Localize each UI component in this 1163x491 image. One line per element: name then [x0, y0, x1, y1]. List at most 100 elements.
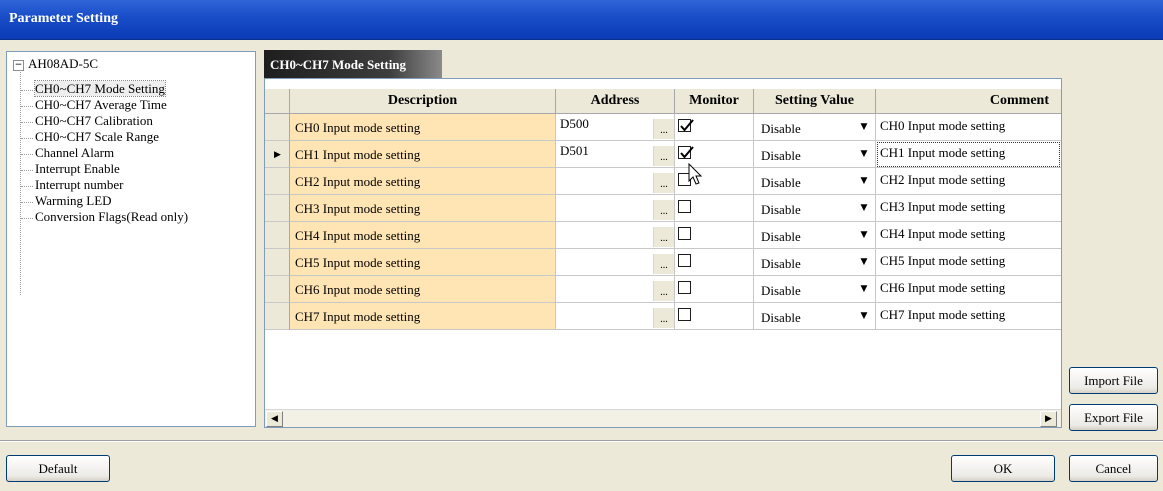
comment-cell[interactable]: CH7 Input mode setting: [876, 303, 1061, 330]
table-row[interactable]: ▶ CH1 Input mode setting D501... Disable ▼ CH…: [265, 141, 1061, 168]
setting-value-select[interactable]: Disable ▼: [754, 141, 876, 168]
tree-item-interrupt-enable[interactable]: Interrupt Enable: [21, 162, 120, 175]
chevron-down-icon[interactable]: ▼: [852, 249, 875, 275]
address-browse-button[interactable]: ...: [653, 119, 674, 139]
column-header-address[interactable]: Address: [556, 89, 675, 114]
row-header[interactable]: ▶: [265, 141, 290, 168]
monitor-checkbox[interactable]: [678, 308, 691, 321]
tree-item-conversion-flags[interactable]: Conversion Flags(Read only): [21, 210, 188, 223]
setting-value-select[interactable]: Disable ▼: [754, 222, 876, 249]
tree-item-warming-led[interactable]: Warming LED: [21, 194, 112, 207]
tree-item-label: CH0~CH7 Mode Setting: [34, 80, 166, 97]
table-row[interactable]: CH4 Input mode setting... Disable ▼ CH4 Inp…: [265, 222, 1061, 249]
panel-title: CH0~CH7 Mode Setting: [264, 50, 442, 78]
tree-root-label: AH08AD-5C: [28, 56, 99, 71]
chevron-down-icon[interactable]: ▼: [852, 141, 875, 167]
row-header[interactable]: [265, 195, 290, 222]
column-header-description[interactable]: Description: [290, 89, 556, 114]
chevron-down-icon[interactable]: ▼: [852, 222, 875, 248]
tree-item-channel-alarm[interactable]: Channel Alarm: [21, 146, 114, 159]
monitor-checkbox[interactable]: [678, 281, 691, 294]
setting-value-select[interactable]: Disable ▼: [754, 168, 876, 195]
address-cell[interactable]: ...: [556, 168, 675, 195]
comment-cell[interactable]: CH1 Input mode setting: [876, 141, 1061, 168]
comment-cell[interactable]: CH0 Input mode setting: [876, 114, 1061, 141]
scroll-left-icon[interactable]: ◀: [266, 411, 283, 427]
export-file-button[interactable]: Export File: [1069, 404, 1158, 431]
setting-value-select[interactable]: Disable ▼: [754, 249, 876, 276]
chevron-down-icon[interactable]: ▼: [852, 303, 875, 329]
address-cell[interactable]: ...: [556, 195, 675, 222]
table-row[interactable]: CH3 Input mode setting... Disable ▼ CH3 Inp…: [265, 195, 1061, 222]
chevron-down-icon[interactable]: ▼: [852, 195, 875, 221]
setting-value-text: Disable: [761, 310, 801, 325]
tree-item-mode-setting[interactable]: CH0~CH7 Mode Setting: [21, 80, 166, 97]
monitor-checkbox[interactable]: [678, 200, 691, 213]
window-title: Parameter Setting: [0, 0, 1163, 40]
divider: [0, 440, 1163, 442]
table-row[interactable]: CH6 Input mode setting... Disable ▼ CH6 Inp…: [265, 276, 1061, 303]
address-browse-button[interactable]: ...: [653, 308, 674, 328]
table-row[interactable]: CH0 Input mode setting D500... Disable ▼ CH0…: [265, 114, 1061, 141]
setting-value-select[interactable]: Disable ▼: [754, 303, 876, 330]
grid-corner: [265, 89, 290, 114]
chevron-down-icon[interactable]: ▼: [852, 168, 875, 194]
row-header[interactable]: [265, 303, 290, 330]
address-browse-button[interactable]: ...: [653, 173, 674, 193]
tree-item-calibration[interactable]: CH0~CH7 Calibration: [21, 114, 153, 127]
tree-root[interactable]: − AH08AD-5C: [13, 56, 98, 72]
address-cell[interactable]: ...: [556, 303, 675, 330]
column-header-monitor[interactable]: Monitor: [675, 89, 754, 114]
row-header[interactable]: [265, 168, 290, 195]
row-header[interactable]: [265, 114, 290, 141]
setting-value-text: Disable: [761, 121, 801, 136]
address-browse-button[interactable]: ...: [653, 227, 674, 247]
tree-item-interrupt-number[interactable]: Interrupt number: [21, 178, 123, 191]
table-row[interactable]: CH7 Input mode setting... Disable ▼ CH7 Inp…: [265, 303, 1061, 330]
monitor-checkbox[interactable]: [678, 254, 691, 267]
scroll-right-icon[interactable]: ▶: [1040, 411, 1057, 427]
comment-cell[interactable]: CH5 Input mode setting: [876, 249, 1061, 276]
horizontal-scrollbar[interactable]: ◀ ▶: [265, 409, 1061, 427]
address-value: D501: [560, 143, 589, 158]
tree-item-scale-range[interactable]: CH0~CH7 Scale Range: [21, 130, 159, 143]
setting-value-select[interactable]: Disable ▼: [754, 195, 876, 222]
comment-cell[interactable]: CH2 Input mode setting: [876, 168, 1061, 195]
comment-cell[interactable]: CH6 Input mode setting: [876, 276, 1061, 303]
address-cell[interactable]: D501...: [556, 141, 675, 168]
column-header-setting-value[interactable]: Setting Value: [754, 89, 876, 114]
parameter-grid[interactable]: Description Address Monitor Setting Valu…: [264, 78, 1062, 428]
monitor-checkbox[interactable]: [678, 227, 691, 240]
address-browse-button[interactable]: ...: [653, 254, 674, 274]
column-header-comment[interactable]: Comment: [876, 89, 1061, 114]
default-button[interactable]: Default: [6, 455, 110, 482]
ok-button[interactable]: OK: [951, 455, 1055, 482]
address-browse-button[interactable]: ...: [653, 200, 674, 220]
chevron-down-icon[interactable]: ▼: [852, 276, 875, 302]
cancel-button[interactable]: Cancel: [1069, 455, 1158, 482]
address-browse-button[interactable]: ...: [653, 281, 674, 301]
table-row[interactable]: CH5 Input mode setting... Disable ▼ CH5 Inp…: [265, 249, 1061, 276]
collapse-icon[interactable]: −: [13, 59, 24, 71]
row-header[interactable]: [265, 276, 290, 303]
tree-item-label: CH0~CH7 Calibration: [35, 113, 153, 128]
table-row[interactable]: CH2 Input mode setting... Disable ▼ CH2 Inp…: [265, 168, 1061, 195]
address-cell[interactable]: ...: [556, 276, 675, 303]
monitor-cell: [675, 249, 754, 276]
comment-cell[interactable]: CH4 Input mode setting: [876, 222, 1061, 249]
monitor-checkbox[interactable]: [678, 119, 694, 132]
monitor-cell: [675, 168, 754, 195]
setting-value-select[interactable]: Disable ▼: [754, 276, 876, 303]
import-file-button[interactable]: Import File: [1069, 367, 1158, 394]
address-browse-button[interactable]: ...: [653, 146, 674, 166]
row-header[interactable]: [265, 222, 290, 249]
monitor-checkbox[interactable]: [678, 146, 694, 159]
address-cell[interactable]: ...: [556, 249, 675, 276]
setting-value-select[interactable]: Disable ▼: [754, 114, 876, 141]
row-header[interactable]: [265, 249, 290, 276]
chevron-down-icon[interactable]: ▼: [852, 114, 875, 140]
address-cell[interactable]: D500...: [556, 114, 675, 141]
tree-item-average-time[interactable]: CH0~CH7 Average Time: [21, 98, 167, 111]
address-cell[interactable]: ...: [556, 222, 675, 249]
comment-cell[interactable]: CH3 Input mode setting: [876, 195, 1061, 222]
